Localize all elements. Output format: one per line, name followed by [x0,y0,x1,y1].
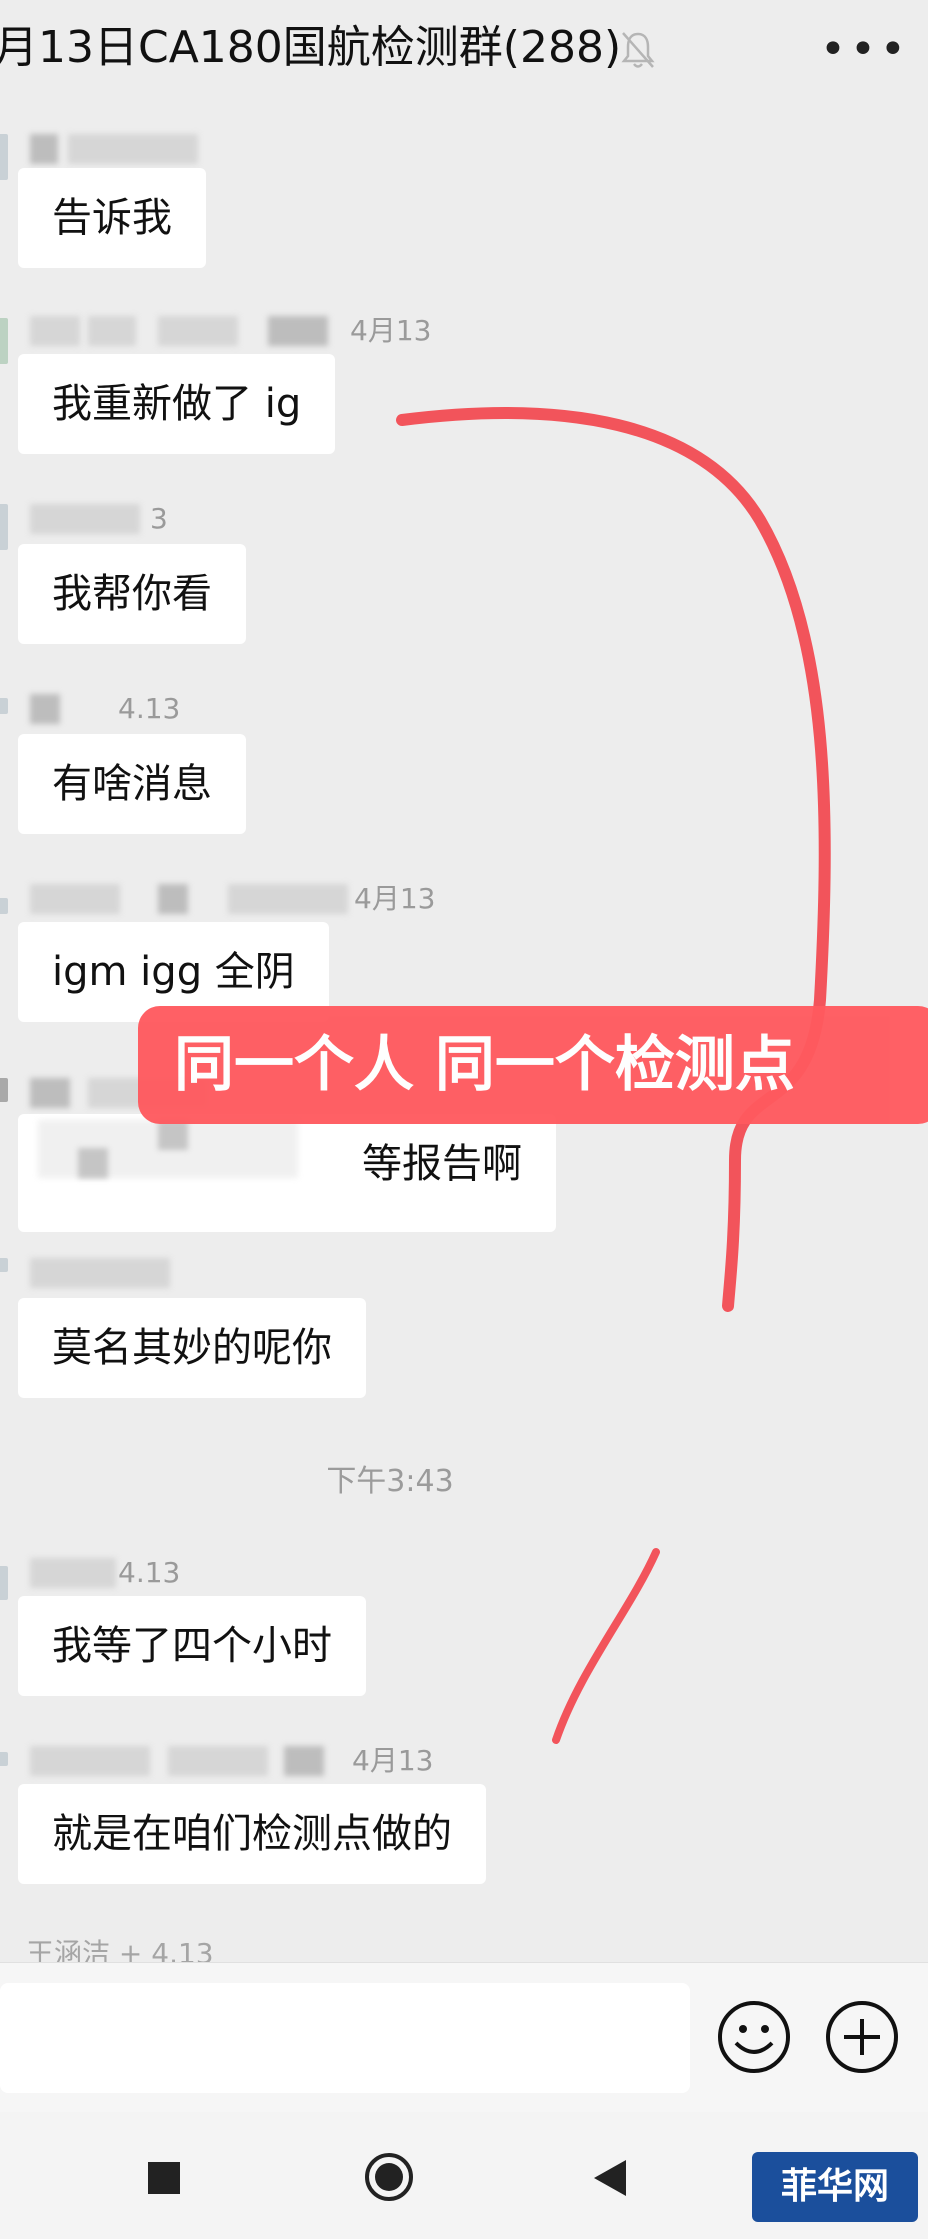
time-divider: 下午3:43 [326,1464,454,1499]
more-icon[interactable]: ••• [820,28,910,72]
message-bubble[interactable]: 我重新做了 ig [18,354,336,454]
watermark-logo: 菲华网 [752,2152,918,2222]
avatar[interactable] [0,1752,8,1766]
sender-name: 4.13 [28,1558,228,1588]
avatar[interactable] [0,1566,8,1600]
message-bubble[interactable]: 我帮你看 [18,544,246,644]
message-input[interactable] [0,1983,690,2093]
message-bubble[interactable]: 我等了四个小时 [18,1596,366,1696]
back-triangle-icon[interactable] [590,2156,630,2200]
sender-name [28,1258,228,1288]
emoji-icon[interactable] [716,1999,792,2075]
avatar[interactable] [0,504,8,550]
message-bubble[interactable]: 就是在咱们检测点做的 [18,1784,486,1884]
square-icon[interactable] [148,2162,180,2194]
avatar[interactable] [0,134,8,180]
sender-name: 4月13 [28,1746,468,1776]
sender-name: 4月13 [28,884,468,914]
avatar[interactable] [0,1258,8,1272]
sender-name: 4.13 [28,694,228,724]
bell-muted-icon [621,32,655,68]
avatar[interactable] [0,1078,8,1102]
input-bar [0,1962,928,2113]
annotation-banner: 同一个人 同一个检测点 [138,1006,928,1124]
chat-header: 月13日CA180国航检测群(288) ••• [0,0,928,100]
message-bubble[interactable]: 告诉我 [18,168,206,268]
annotation-stroke [552,1548,660,1744]
chat-title: 月13日CA180国航检测群(288) [0,22,622,73]
message-bubble[interactable]: 等报告啊 [18,1114,556,1232]
home-circle-icon[interactable] [364,2152,414,2202]
avatar[interactable] [0,318,8,364]
message-bubble[interactable]: 莫名其妙的呢你 [18,1298,366,1398]
plus-icon[interactable] [824,1999,900,2075]
avatar[interactable] [0,898,8,914]
message-bubble[interactable]: 有啥消息 [18,734,246,834]
sender-name: 4月13 [28,316,448,346]
sender-name: 3 [28,504,208,534]
avatar[interactable] [0,698,8,714]
